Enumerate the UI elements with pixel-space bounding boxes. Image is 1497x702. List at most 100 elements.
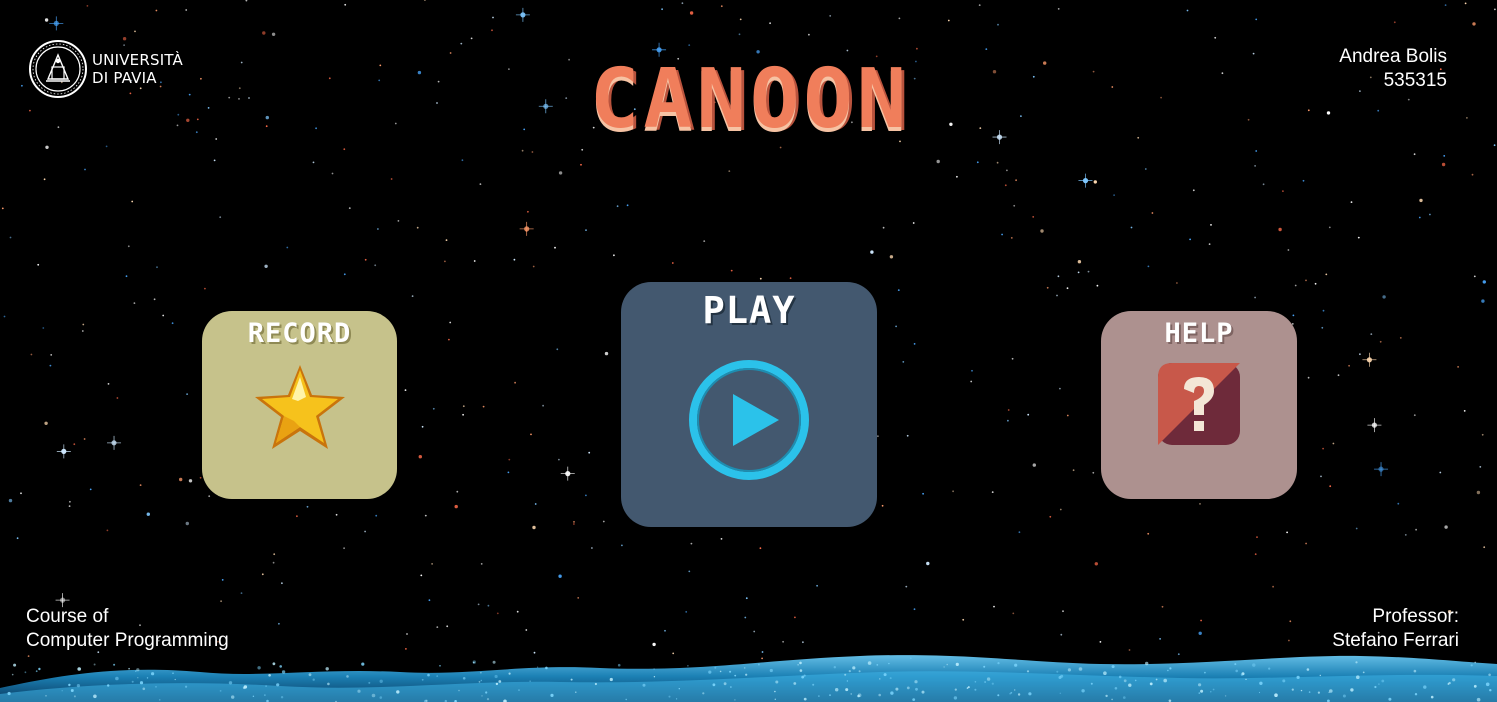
star: [240, 592, 243, 594]
star: [1493, 144, 1496, 147]
star: [508, 458, 511, 461]
wave-speck: [1235, 669, 1238, 673]
star: [1077, 260, 1082, 264]
star: [912, 222, 915, 224]
wave-speck: [35, 670, 38, 673]
wave-speck: [11, 673, 14, 676]
record-button[interactable]: RECORD: [202, 311, 397, 499]
star: [460, 42, 463, 45]
star: [672, 652, 675, 655]
wave-speck: [1476, 697, 1481, 702]
star: [1198, 631, 1202, 635]
play-button[interactable]: PLAY: [621, 282, 877, 527]
star: [105, 145, 108, 148]
wave-speck: [734, 674, 737, 677]
wave-speck: [1474, 661, 1476, 664]
star: [1001, 233, 1003, 236]
wave-speck: [1058, 676, 1062, 679]
help-button[interactable]: HELP: [1101, 311, 1297, 499]
star: [125, 275, 128, 278]
star: [16, 537, 19, 540]
wave-speck: [986, 677, 991, 681]
wave-speck: [984, 681, 986, 683]
star: [1418, 216, 1421, 219]
star: [952, 490, 954, 493]
wave-speck: [1169, 667, 1172, 670]
star: [523, 128, 526, 131]
star: [1011, 357, 1014, 360]
star: [1404, 534, 1407, 536]
star: [688, 570, 691, 573]
wave-speck: [1488, 673, 1491, 677]
wave-speck: [653, 676, 656, 678]
star: [43, 178, 46, 181]
wave-speck: [458, 689, 460, 692]
star: [188, 479, 193, 483]
star: [1329, 485, 1332, 488]
star: [581, 148, 584, 151]
star: [155, 9, 158, 12]
star: [1147, 532, 1150, 535]
wave-speck: [793, 682, 797, 685]
star: [1482, 280, 1487, 284]
star: [761, 651, 764, 653]
wave-speck: [327, 682, 330, 686]
star: [8, 498, 13, 503]
wave-speck: [1059, 692, 1062, 694]
star: [1328, 226, 1331, 229]
wave-speck: [1388, 697, 1392, 701]
star: [444, 260, 446, 263]
star: [1325, 273, 1328, 276]
star: [397, 220, 400, 222]
star: [985, 48, 988, 50]
star: [1419, 198, 1423, 203]
wave-speck: [729, 670, 732, 673]
wave-speck: [1026, 670, 1030, 673]
wave-speck: [151, 672, 155, 676]
wave-speck: [1114, 687, 1118, 690]
star: [1322, 309, 1325, 312]
wave-speck: [325, 667, 329, 671]
star: [1013, 204, 1016, 207]
star: [264, 264, 268, 268]
star: [186, 393, 189, 395]
star: [1314, 282, 1317, 285]
star: [153, 298, 156, 301]
wave-speck: [1245, 678, 1247, 681]
star: [375, 514, 378, 517]
wave-speck: [346, 675, 349, 678]
wave-speck: [1268, 667, 1271, 670]
star: [1210, 224, 1212, 226]
star: [1027, 413, 1030, 416]
star: [970, 380, 973, 383]
star: [1144, 168, 1147, 170]
star: [1087, 270, 1090, 273]
wave-speck: [264, 694, 266, 696]
star: [1359, 353, 1361, 356]
wave-speck: [131, 680, 134, 683]
star: [446, 625, 449, 628]
star: [482, 405, 485, 408]
wave-speck: [508, 672, 511, 675]
wave-speck: [231, 695, 235, 699]
star: [1254, 296, 1256, 299]
star: [37, 263, 40, 266]
star: [956, 175, 958, 178]
wave-speck: [1081, 689, 1085, 693]
star: [728, 170, 731, 173]
wave-speck: [24, 671, 27, 674]
star: [185, 521, 189, 526]
wave-speck: [1414, 693, 1418, 696]
star: [9, 236, 12, 239]
wave-speck: [545, 666, 548, 670]
star: [496, 612, 499, 615]
wave-speck: [478, 681, 481, 683]
star: [470, 37, 473, 40]
play-label: PLAY: [702, 289, 796, 332]
wave-speck: [436, 675, 439, 677]
wave-speck: [38, 667, 41, 671]
wave-speck: [480, 672, 482, 674]
star: [1057, 7, 1060, 10]
wave-speck: [846, 680, 849, 682]
star: [507, 471, 510, 474]
